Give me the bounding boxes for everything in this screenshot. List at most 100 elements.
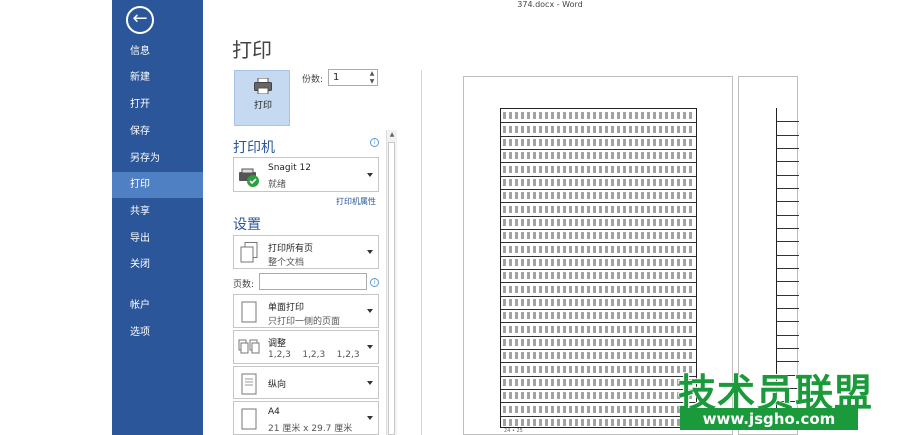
grid-rule <box>501 269 696 270</box>
sidebar-item-open[interactable]: 打开 <box>112 92 203 118</box>
copies-value: 1 <box>333 72 340 83</box>
text-line <box>503 218 694 226</box>
sidebar-item-new[interactable]: 新建 <box>112 65 203 91</box>
grid-rule <box>501 122 696 124</box>
grid-rule <box>777 201 799 203</box>
single-page-icon <box>241 301 257 323</box>
grid-rule <box>777 348 799 349</box>
copies-label: 份数: <box>302 75 324 85</box>
sidebar-item-share[interactable]: 共享 <box>112 199 203 225</box>
text-line <box>503 152 694 160</box>
grid-rule <box>777 334 799 336</box>
grid-rule <box>501 242 696 244</box>
sidebar-item-save-as[interactable]: 另存为 <box>112 146 203 172</box>
paper-size-dropdown[interactable]: A4 21 厘米 x 29.7 厘米 <box>233 401 379 435</box>
printer-dropdown[interactable]: Snagit 12 就绪 <box>233 157 379 192</box>
page-title: 打印 <box>232 38 272 62</box>
back-arrow-icon[interactable]: ← <box>126 6 154 34</box>
text-line <box>503 418 694 426</box>
text-line <box>503 405 694 413</box>
grid-rule <box>501 229 696 230</box>
grid-rule <box>501 375 696 377</box>
printer-name: Snagit 12 <box>268 163 311 173</box>
grid-rule <box>501 135 696 137</box>
print-range-title: 打印所有页 <box>268 244 314 254</box>
sidebar-item-export[interactable]: 导出 <box>112 226 203 252</box>
text-line <box>503 192 694 200</box>
text-line <box>503 392 694 400</box>
text-line <box>503 165 694 173</box>
grid-rule <box>777 228 799 229</box>
watermark-logo: 技术员联盟 www.jsgho.com <box>670 362 900 435</box>
sides-sub: 只打印一侧的页面 <box>268 317 341 327</box>
grid-rule <box>777 161 799 163</box>
collate-title: 调整 <box>268 339 287 349</box>
copies-input[interactable]: 1 ▲ ▼ <box>328 69 378 86</box>
text-line <box>503 298 694 306</box>
grid-rule <box>777 254 799 256</box>
grid-rule <box>777 174 799 176</box>
text-line <box>503 338 694 346</box>
grid-rule <box>501 389 696 390</box>
grid-rule <box>777 214 799 216</box>
text-line <box>503 125 694 133</box>
grid-rule <box>777 134 799 136</box>
sidebar-item-options[interactable]: 选项 <box>112 320 203 346</box>
settings-scrollbar[interactable]: ▲ <box>386 130 397 435</box>
text-line <box>503 378 694 386</box>
pages-input[interactable] <box>259 273 367 290</box>
sidebar-item-print[interactable]: 打印 <box>112 172 203 198</box>
spin-down-icon[interactable]: ▼ <box>367 78 377 85</box>
grid-rule <box>777 268 799 269</box>
settings-heading: 设置 <box>233 217 261 233</box>
print-button-label: 打印 <box>253 101 272 111</box>
grid-rule <box>501 189 696 190</box>
grid-rule <box>501 402 696 404</box>
portrait-icon <box>241 373 257 395</box>
grid-rule <box>501 162 696 164</box>
sidebar-item-account[interactable]: 帐户 <box>112 293 203 319</box>
chevron-down-icon <box>367 309 373 313</box>
scroll-thumb[interactable] <box>388 142 395 435</box>
collate-dropdown[interactable]: 调整 1,2,3 1,2,3 1,2,3 <box>233 330 379 364</box>
chevron-down-icon <box>367 380 373 385</box>
sidebar-item-close[interactable]: 关闭 <box>112 252 203 278</box>
print-button[interactable]: 打印 <box>234 70 290 126</box>
sidebar-item-save[interactable]: 保存 <box>112 119 203 145</box>
grid-rule <box>501 149 696 150</box>
scroll-up-icon[interactable]: ▲ <box>387 130 397 140</box>
info-icon[interactable]: i <box>370 138 379 147</box>
printer-heading: 打印机 <box>233 140 275 156</box>
text-line <box>503 138 694 146</box>
page-number: 24 • 25 <box>504 428 523 434</box>
window-title: 374.docx - Word <box>517 0 583 9</box>
text-line <box>503 232 694 240</box>
paper-size-title: A4 <box>268 407 280 417</box>
text-line <box>503 312 694 320</box>
collate-icon <box>238 339 260 354</box>
chevron-down-icon <box>367 250 373 254</box>
printer-properties-link[interactable]: 打印机属性 <box>336 196 376 207</box>
grid-rule <box>777 294 799 296</box>
printer-ready-icon <box>239 168 259 187</box>
chevron-down-icon <box>367 416 373 420</box>
text-line <box>503 352 694 360</box>
sidebar-item-info[interactable]: 信息 <box>112 39 203 65</box>
grid-rule <box>501 415 696 417</box>
grid-rule <box>501 335 696 337</box>
text-line <box>503 112 694 120</box>
sides-title: 单面打印 <box>268 303 305 313</box>
spin-up-icon[interactable]: ▲ <box>367 70 377 77</box>
sides-dropdown[interactable]: 单面打印 只打印一侧的页面 <box>233 294 379 328</box>
orientation-dropdown[interactable]: 纵向 <box>233 366 379 399</box>
grid-rule <box>777 308 799 309</box>
text-line <box>503 178 694 186</box>
grid-rule <box>501 215 696 217</box>
print-range-dropdown[interactable]: 打印所有页 整个文档 <box>233 235 379 269</box>
grid-rule <box>501 349 696 350</box>
printer-status: 就绪 <box>268 180 287 190</box>
watermark-url: www.jsgho.com <box>680 408 858 430</box>
text-line <box>503 245 694 253</box>
document-text-grid <box>500 108 697 428</box>
info-icon[interactable]: i <box>370 278 379 287</box>
